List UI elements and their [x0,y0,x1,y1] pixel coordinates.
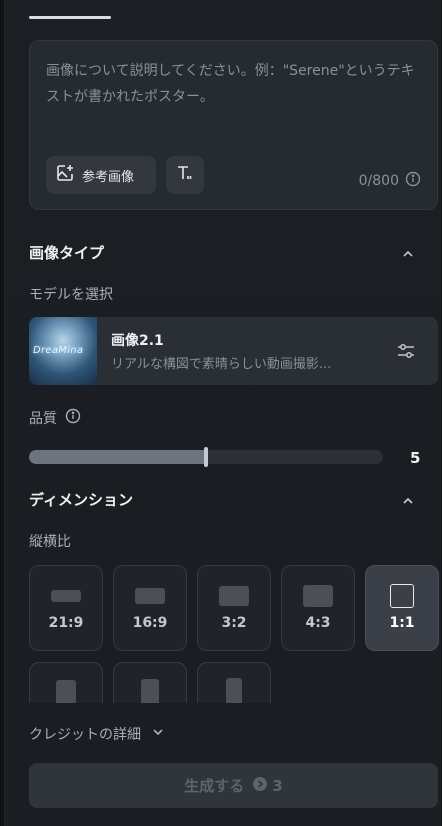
chevron-up-icon[interactable] [401,493,415,507]
quality-label: 品質 [29,411,57,427]
aspect-ratio-label: 16:9 [132,615,168,631]
aspect-ratio-label: 4:3 [305,615,331,631]
aspect-ratio-shape-icon [303,585,333,607]
aspect-ratio-option[interactable]: 3:2 [197,565,271,651]
aspect-ratio-shape-icon [135,588,165,604]
aspect-ratio-label: 21:9 [48,615,84,631]
reference-image-label: 参考画像 [82,169,135,185]
model-thumbnail-text: DreaMina [33,345,84,356]
quality-value: 5 [410,449,421,467]
aspect-ratio-shape-icon [390,584,414,608]
info-icon[interactable] [65,408,81,428]
aspect-ratio-shape-icon [141,679,159,703]
sliders-icon[interactable] [396,341,416,361]
generate-label: 生成する [184,777,245,795]
add-image-icon [56,164,74,186]
info-icon[interactable] [405,171,421,191]
quality-slider-fill [29,450,206,464]
aspect-ratio-option[interactable]: 21:9 [29,565,103,651]
character-count: 0/800 [358,173,399,189]
aspect-ratio-label: 1:1 [389,615,415,631]
character-counter: 0/800 [359,171,421,191]
model-selector[interactable]: DreaMina 画像2.1 リアルな構図で素晴らしい動画撮影... [29,317,438,385]
aspect-ratio-option[interactable]: 16:9 [113,565,187,651]
aspect-ratio-shape-icon [51,590,81,602]
model-thumbnail: DreaMina [29,317,97,385]
aspect-ratio-grid: 21:9 16:9 3:2 4:3 1:1 3:42:39:16 [29,565,441,703]
prompt-textarea[interactable]: 画像について説明してください。例："Serene"というテキストが書かれたポスタ… [29,40,438,210]
aspect-ratio-label: 3:2 [221,615,247,631]
aspect-ratio-option[interactable]: 9:16 [197,662,271,703]
aspect-ratio-option[interactable]: 3:4 [29,662,103,703]
text-icon [176,164,194,186]
credit-icon [252,776,268,796]
aspect-ratio-option[interactable]: 4:3 [281,565,355,651]
generation-panel: 画像について説明してください。例："Serene"というテキストが書かれたポスタ… [4,0,441,826]
aspect-ratio-label: 縦横比 [29,534,71,550]
aspect-ratio-shape-icon [226,678,242,703]
credit-details-toggle[interactable]: クレジットの詳細 [29,724,165,744]
text-style-button[interactable] [166,156,204,194]
model-select-label: モデルを選択 [29,287,113,303]
chevron-down-icon [151,725,165,743]
image-type-heading: 画像タイプ [29,244,105,262]
generate-cost: 3 [252,776,283,796]
aspect-ratio-shape-icon [219,586,249,606]
aspect-ratio-shape-icon [56,680,76,703]
dimension-heading: ディメンション [29,491,133,509]
active-tab-indicator [29,16,111,19]
model-name: 画像2.1 [111,333,164,349]
quality-slider-handle[interactable] [204,447,208,467]
generate-cost-value: 3 [272,776,283,795]
aspect-ratio-option[interactable]: 1:1 [365,565,439,651]
generate-button[interactable]: 生成する 3 [29,763,438,808]
aspect-ratio-option[interactable]: 2:3 [113,662,187,703]
prompt-placeholder: 画像について説明してください。例："Serene"というテキストが書かれたポスタ… [46,63,415,105]
credit-details-label: クレジットの詳細 [29,727,141,743]
reference-image-button[interactable]: 参考画像 [46,156,156,194]
chevron-up-icon[interactable] [401,246,415,260]
model-description: リアルな構図で素晴らしい動画撮影... [111,357,332,372]
quality-label-row: 品質 [29,408,81,428]
